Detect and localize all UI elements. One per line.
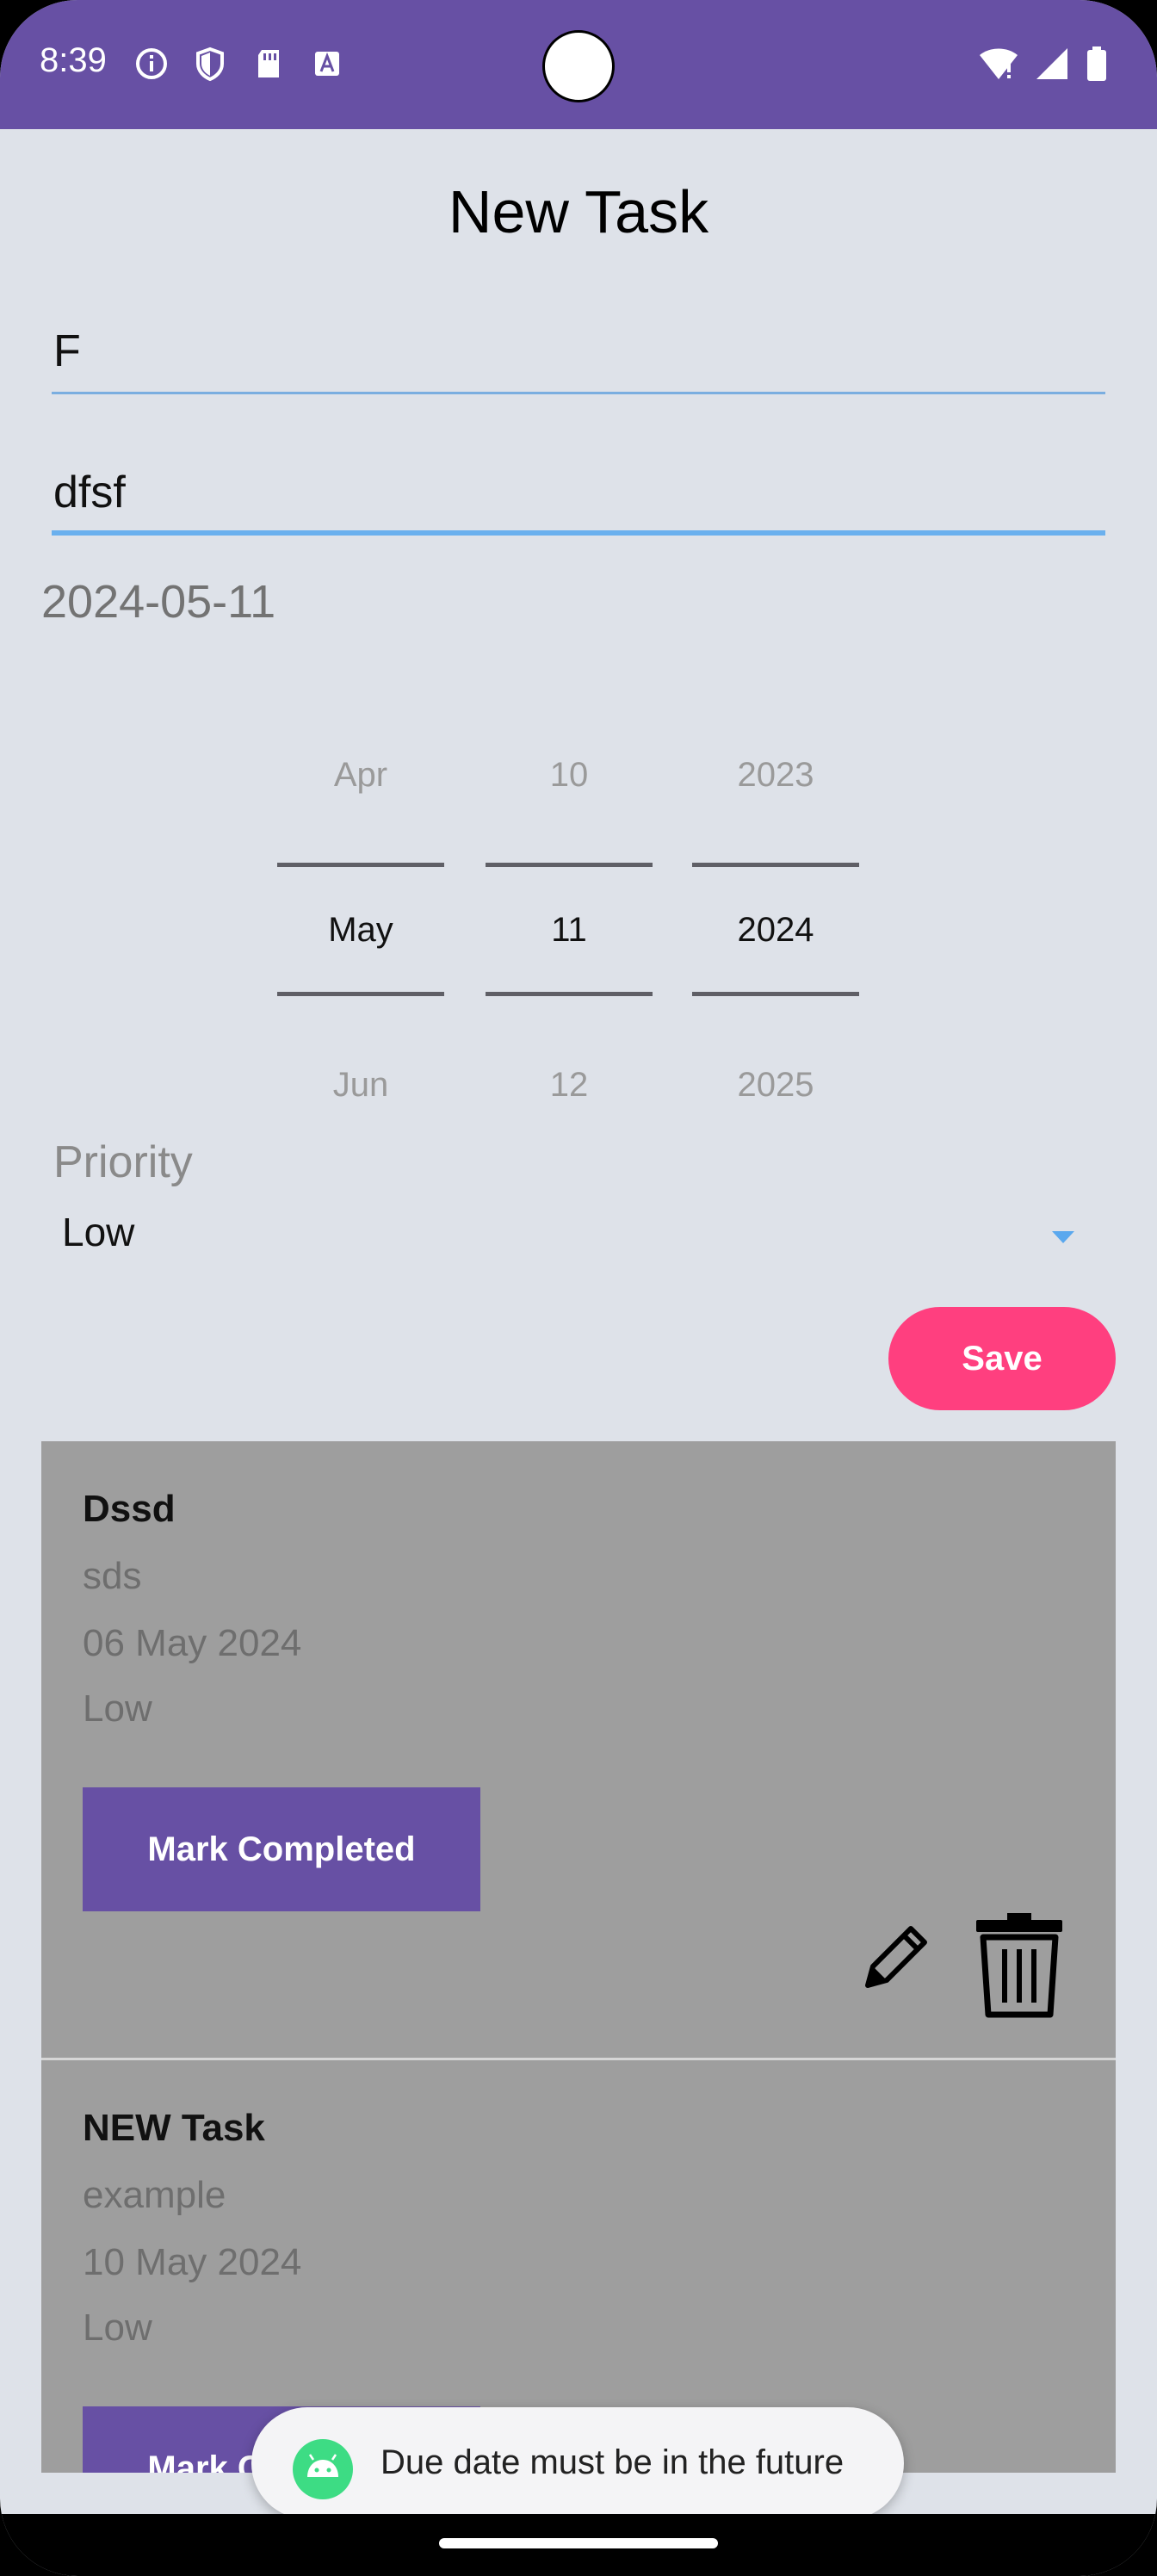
task-description: example	[83, 2174, 226, 2216]
priority-selected-value: Low	[62, 1210, 135, 1254]
year-spinner[interactable]: 2023 2024 2025	[692, 732, 859, 1104]
task-title: Dssd	[83, 1488, 176, 1530]
save-button[interactable]: Save	[888, 1307, 1116, 1410]
mark-completed-button[interactable]: Mark Completed	[83, 1787, 480, 1911]
toast-text: Due date must be in the future	[381, 2443, 845, 2481]
task-title-input[interactable]: F	[52, 325, 1105, 394]
task-priority: Low	[83, 2307, 152, 2349]
task-priority: Low	[83, 1687, 152, 1730]
phone-screen: 8:39 New Task F dfsf 2024-05-11 Apr May …	[0, 0, 1157, 2576]
shield-icon	[193, 45, 227, 83]
day-divider-bottom	[486, 992, 653, 996]
task-list[interactable]: Dssd sds 06 May 2024 Low Mark Completed …	[41, 1441, 1116, 2473]
battery-icon	[1085, 45, 1109, 83]
sd-card-icon	[251, 45, 286, 83]
new-task-screen: New Task F dfsf 2024-05-11 Apr May Jun 1…	[0, 129, 1157, 2519]
task-description-input[interactable]: dfsf	[52, 467, 1105, 536]
pencil-icon[interactable]	[854, 1917, 937, 1999]
year-next[interactable]: 2025	[692, 1066, 859, 1105]
day-spinner[interactable]: 10 11 12	[486, 732, 653, 1104]
font-icon	[310, 45, 344, 83]
info-icon	[134, 45, 169, 83]
day-prev[interactable]: 10	[486, 756, 653, 795]
day-divider-top	[486, 863, 653, 867]
month-prev[interactable]: Apr	[277, 756, 444, 795]
status-icons-left	[134, 45, 344, 83]
year-prev[interactable]: 2023	[692, 756, 859, 795]
priority-label: Priority	[53, 1137, 193, 1187]
status-bar: 8:39	[0, 0, 1157, 129]
signal-icon	[1035, 45, 1069, 83]
home-gesture-handle[interactable]	[439, 2538, 718, 2548]
toast-message: Due date must be in the future	[251, 2407, 904, 2519]
priority-dropdown[interactable]: Low	[52, 1205, 1085, 1274]
trash-icon[interactable]	[971, 1911, 1067, 2020]
month-next[interactable]: Jun	[277, 1066, 444, 1105]
year-divider-top	[692, 863, 859, 867]
month-spinner[interactable]: Apr May Jun	[277, 732, 444, 1104]
dropdown-arrow-icon	[1050, 1229, 1076, 1247]
front-camera	[542, 30, 615, 102]
month-divider-top	[277, 863, 444, 867]
task-due-date: 10 May 2024	[83, 2241, 302, 2283]
task-due-date: 06 May 2024	[83, 1622, 302, 1664]
task-description: sds	[83, 1555, 142, 1597]
month-divider-bottom	[277, 992, 444, 996]
status-time: 8:39	[40, 41, 107, 79]
wifi-icon	[978, 45, 1019, 83]
year-divider-bottom	[692, 992, 859, 996]
month-selected[interactable]: May	[277, 911, 444, 950]
date-picker: Apr May Jun 10 11 12 2023 2024 2025	[277, 732, 859, 1104]
page-title: New Task	[448, 178, 709, 245]
day-next[interactable]: 12	[486, 1066, 653, 1105]
android-icon	[293, 2439, 353, 2499]
task-title: NEW Task	[83, 2107, 265, 2149]
task-card: Dssd sds 06 May 2024 Low Mark Completed	[41, 1441, 1116, 2060]
year-selected[interactable]: 2024	[692, 911, 859, 950]
day-selected[interactable]: 11	[486, 911, 653, 950]
selected-date-label: 2024-05-11	[41, 576, 276, 628]
status-icons-right	[978, 45, 1109, 83]
